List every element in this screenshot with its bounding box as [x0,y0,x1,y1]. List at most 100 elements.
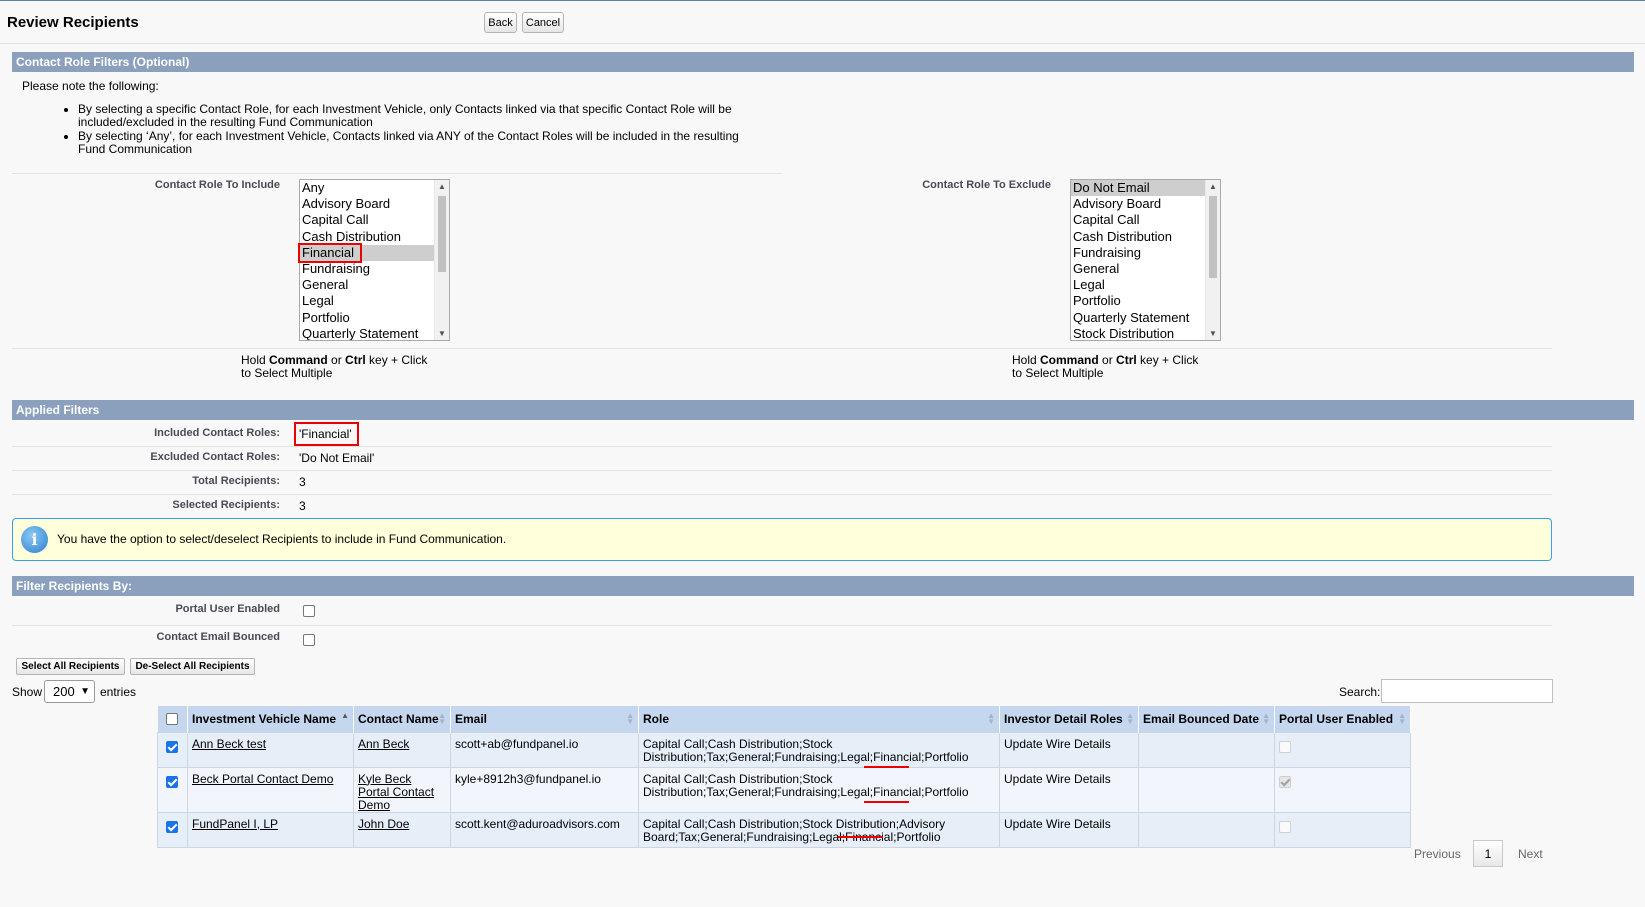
annotation-underline [864,766,909,768]
scroll-thumb[interactable] [1209,196,1217,278]
info-message-box: i You have the option to select/deselect… [12,518,1552,561]
page-title: Review Recipients [7,14,139,31]
include-option[interactable]: Capital Call [300,212,449,228]
divider [12,446,1552,447]
include-option[interactable]: General [300,277,449,293]
vehicle-link[interactable]: Beck Portal Contact Demo [192,772,333,786]
contact-link[interactable]: Ann Beck [358,737,409,751]
page-1-button[interactable]: 1 [1473,840,1503,867]
include-option[interactable]: Legal [300,293,449,309]
previous-page-button[interactable]: Previous [1414,847,1461,861]
contact-email-bounced-label: Contact Email Bounced [156,631,280,643]
vehicle-link[interactable]: FundPanel I, LP [192,817,278,831]
annotation-underline [838,836,883,838]
role-cell: Capital Call;Cash Distribution;Stock Dis… [638,766,1000,813]
portal-enabled-cell [1274,811,1411,848]
include-role-label: Contact Role To Include [154,179,280,191]
exclude-option[interactable]: Legal [1071,277,1220,293]
exclude-role-listbox[interactable]: Do Not Email Advisory Board Capital Call… [1070,179,1221,341]
vehicle-cell: Beck Portal Contact Demo [187,766,354,813]
column-header-bounced-date[interactable]: Email Bounced Date ▲ ▼ [1138,706,1275,732]
chevron-down-icon: ▼ [80,686,90,697]
exclude-option[interactable]: Portfolio [1071,293,1220,309]
exclude-option-selected[interactable]: Do Not Email [1071,180,1220,197]
column-header-role[interactable]: Role ▲ ▼ [638,706,1000,732]
bounced-date-cell [1138,766,1275,813]
total-recipients-label: Total Recipients: [192,475,280,487]
portal-enabled-checkbox [1279,775,1291,788]
portal-user-enabled-label: Portal User Enabled [175,603,280,615]
include-option[interactable]: Quarterly Statement [300,326,449,340]
excluded-roles-label: Excluded Contact Roles: [150,451,280,463]
contact-cell: John Doe [353,811,451,848]
entries-select[interactable]: 200 ▼ [44,680,95,703]
exclude-scrollbar[interactable]: ▲ ▼ [1205,180,1220,340]
include-option[interactable]: Any [300,180,449,196]
column-header-portal-enabled[interactable]: Portal User Enabled ▲ ▼ [1274,706,1411,732]
sort-icon: ▲ ▼ [626,711,634,726]
exclude-option[interactable]: Advisory Board [1071,196,1220,212]
scroll-down-icon[interactable]: ▼ [1209,329,1217,338]
role-cell: Capital Call;Cash Distribution;Stock Dis… [638,731,1000,768]
entries-select-value: 200 [53,684,75,699]
exclude-option[interactable]: Capital Call [1071,212,1220,228]
scroll-down-icon[interactable]: ▼ [438,329,446,338]
include-option[interactable]: Advisory Board [300,196,449,212]
row-select-checkbox[interactable] [166,775,178,788]
highlight-box [294,422,359,446]
filter-recipients-header: Filter Recipients By: [12,576,1634,596]
column-header-email[interactable]: Email ▲ ▼ [450,706,639,732]
exclude-option[interactable]: General [1071,261,1220,277]
deselect-all-recipients-button[interactable]: De-Select All Recipients [130,658,255,675]
exclude-option[interactable]: Quarterly Statement [1071,310,1220,326]
email-cell: scott+ab@fundpanel.io [450,731,639,768]
email-cell: kyle+8912h3@fundpanel.io [450,766,639,813]
divider [12,173,782,174]
cancel-button[interactable]: Cancel [522,12,564,33]
sort-icon: ▲ ▼ [1126,711,1134,726]
sort-icon: ▲ ▼ [987,711,995,726]
select-all-recipients-button[interactable]: Select All Recipients [16,658,125,675]
include-option[interactable]: Fundraising [300,261,449,277]
excluded-roles-value: 'Do Not Email' [299,451,375,465]
divider [12,348,1552,349]
contact-cell: Ann Beck [353,731,451,768]
applied-filters-header: Applied Filters [12,400,1634,420]
select-all-checkbox[interactable] [165,713,178,725]
include-option[interactable]: Portfolio [300,310,449,326]
scroll-thumb[interactable] [438,196,446,272]
row-select-cell [157,811,188,848]
include-scrollbar[interactable]: ▲ ▼ [434,180,449,340]
note-intro: Please note the following: [22,79,159,93]
column-header-investor-roles[interactable]: Investor Detail Roles ▲ ▼ [999,706,1139,732]
entries-label: entries [100,685,137,699]
portal-enabled-cell [1274,731,1411,768]
contact-email-bounced-checkbox[interactable] [303,634,315,646]
divider [12,494,1552,495]
divider [12,625,1552,626]
next-page-button[interactable]: Next [1518,847,1543,861]
exclude-option[interactable]: Stock Distribution [1071,326,1220,340]
portal-enabled-checkbox [1279,820,1291,833]
exclude-option[interactable]: Cash Distribution [1071,229,1220,245]
sort-asc-icon: ▲ [341,711,349,720]
sort-icon: ▲ ▼ [438,711,446,726]
include-multiselect-hint: Hold Command or Ctrl key + Click to Selec… [241,353,428,380]
portal-user-enabled-checkbox[interactable] [303,605,315,617]
scroll-up-icon[interactable]: ▲ [1209,182,1217,191]
search-input[interactable] [1381,679,1553,703]
contact-link[interactable]: John Doe [358,817,409,831]
investor-roles-cell: Update Wire Details [999,811,1139,848]
exclude-option[interactable]: Fundraising [1071,245,1220,261]
portal-enabled-checkbox [1279,740,1291,753]
column-header-contact[interactable]: Contact Name ▲ ▼ [353,706,451,732]
vehicle-link[interactable]: Ann Beck test [192,737,266,751]
row-select-cell [157,731,188,768]
back-button[interactable]: Back [484,12,517,33]
annotation-underline [864,801,909,803]
contact-link[interactable]: Kyle Beck Portal Contact Demo [358,772,434,812]
row-select-checkbox[interactable] [166,820,178,833]
column-header-vehicle[interactable]: Investment Vehicle Name ▲ [187,706,354,732]
row-select-checkbox[interactable] [166,740,178,753]
scroll-up-icon[interactable]: ▲ [438,182,446,191]
